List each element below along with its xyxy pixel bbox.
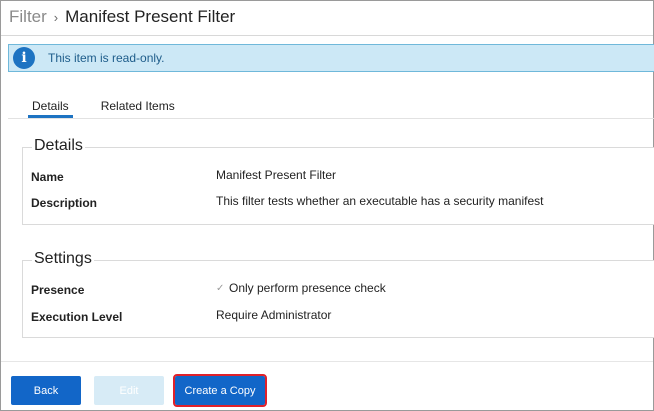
presence-checkbox: ✓ [216, 283, 225, 295]
details-section-title: Details [32, 137, 85, 155]
description-value: This filter tests whether an executable … [216, 194, 544, 208]
name-label: Name [31, 170, 64, 184]
footer-divider [1, 361, 653, 362]
presence-value-group: ✓ Only perform presence check [216, 281, 386, 295]
presence-label: Presence [31, 283, 85, 297]
tab-related-items[interactable]: Related Items [97, 96, 179, 118]
tab-divider [8, 118, 654, 119]
header-divider [1, 35, 653, 36]
breadcrumb-parent-link[interactable]: Filter [9, 7, 47, 27]
banner-message: This item is read-only. [48, 51, 165, 65]
execution-level-label: Execution Level [31, 310, 123, 324]
execution-level-value: Require Administrator [216, 308, 332, 322]
page-title: Manifest Present Filter [65, 7, 236, 26]
read-only-banner: i This item is read-only. [8, 44, 654, 72]
info-icon: i [13, 47, 35, 69]
tab-details[interactable]: Details [28, 96, 73, 118]
breadcrumb: Filter › Manifest Present Filter [9, 5, 235, 29]
create-copy-button[interactable]: Create a Copy [173, 374, 267, 407]
presence-value: Only perform presence check [229, 281, 386, 295]
settings-section-title: Settings [32, 250, 94, 268]
settings-section: Settings Presence ✓ Only perform presence… [22, 250, 654, 338]
back-button[interactable]: Back [11, 376, 81, 405]
details-section: Details Name Manifest Present Filter Des… [22, 137, 654, 225]
edit-button[interactable]: Edit [94, 376, 164, 405]
name-value: Manifest Present Filter [216, 168, 337, 182]
window-frame: Filter › Manifest Present Filter i This … [0, 0, 654, 411]
description-label: Description [31, 196, 98, 210]
tab-bar: Details Related Items [28, 96, 179, 118]
breadcrumb-separator-icon: › [53, 9, 59, 25]
